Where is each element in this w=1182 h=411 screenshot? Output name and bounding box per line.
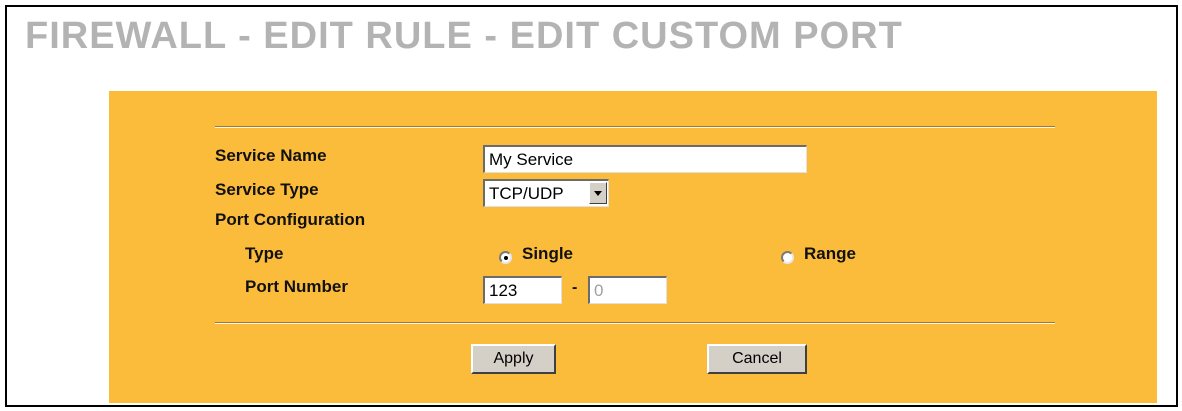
cancel-button[interactable]: Cancel	[707, 344, 807, 374]
port-range-separator: -	[572, 279, 578, 296]
service-type-label: Service Type	[215, 180, 319, 199]
port-start-input[interactable]: 123	[483, 276, 562, 304]
port-configuration-label: Port Configuration	[215, 210, 366, 229]
bottom-divider	[215, 322, 1055, 324]
service-type-select[interactable]: TCP/UDP	[483, 179, 609, 207]
type-range-label: Range	[804, 244, 856, 263]
page-title: FIREWALL - EDIT RULE - EDIT CUSTOM PORT	[25, 15, 903, 57]
top-divider	[215, 126, 1055, 128]
service-name-input[interactable]: My Service	[483, 145, 807, 173]
form-panel: Service Name My Service Service Type TCP…	[109, 91, 1157, 403]
chevron-down-icon[interactable]	[589, 182, 607, 204]
service-type-value: TCP/UDP	[489, 184, 564, 203]
apply-button[interactable]: Apply	[471, 344, 556, 374]
port-end-input[interactable]: 0	[588, 276, 667, 304]
type-single-label: Single	[522, 244, 574, 263]
type-single-radio[interactable]	[499, 251, 512, 264]
type-label: Type	[245, 244, 284, 263]
type-range-radio[interactable]	[781, 251, 794, 264]
port-number-label: Port Number	[245, 277, 348, 296]
service-name-label: Service Name	[215, 146, 327, 165]
